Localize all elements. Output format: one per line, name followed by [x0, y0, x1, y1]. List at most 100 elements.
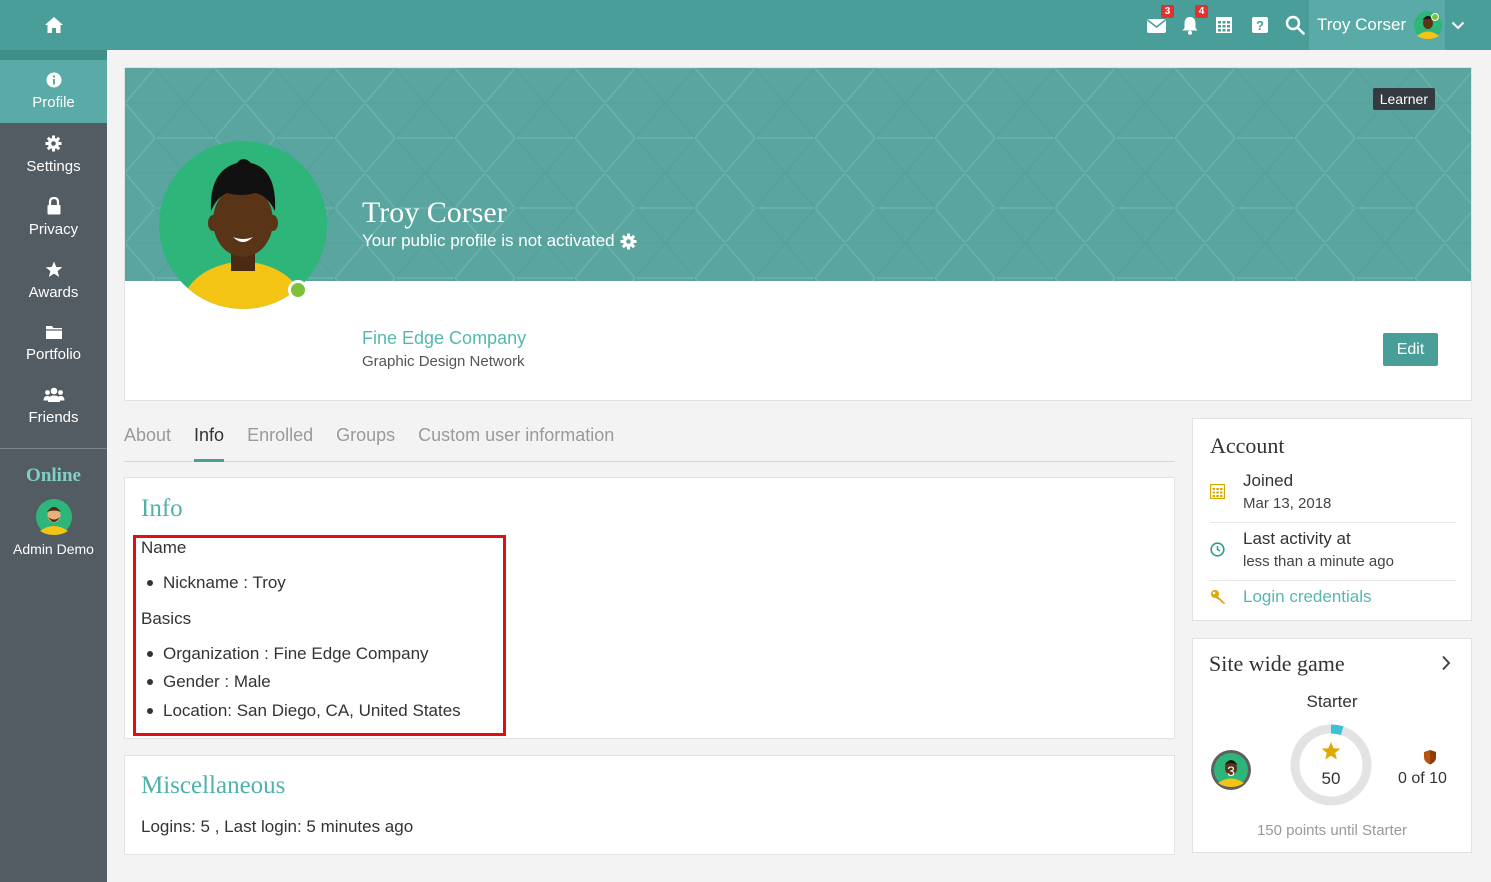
help-icon: ? [1252, 17, 1268, 33]
info-card: Info Name Nickname : Troy Basics Organiz… [124, 477, 1175, 739]
profile-header-card: Learner Troy Corser Your public profile … [124, 67, 1472, 401]
location-item: Location: San Diego, CA, United States [147, 701, 461, 721]
notifications-count-badge: 4 [1195, 5, 1208, 18]
bell-icon [1182, 16, 1198, 35]
site-wide-game-card: Site wide game Starter 3 50 0 of 10 150 … [1192, 638, 1472, 853]
joined-label: Joined [1243, 471, 1294, 490]
sidebar-item-label: Friends [28, 409, 79, 426]
company-link[interactable]: Fine Edge Company [362, 328, 526, 349]
sidebar-item-label: Profile [32, 94, 75, 111]
tab-about[interactable]: About [124, 418, 171, 462]
online-user-name: Admin Demo [13, 541, 94, 557]
tab-info[interactable]: Info [194, 418, 225, 462]
envelope-icon [1146, 18, 1166, 33]
last-activity-row: Last activity at less than a minute ago [1210, 529, 1456, 579]
account-divider [1210, 522, 1456, 523]
calendar-icon [1210, 484, 1225, 499]
branch-name: Graphic Design Network [362, 353, 525, 370]
sidebar: Profile Settings Privacy Awards Portfoli… [0, 50, 107, 882]
clock-icon [1210, 542, 1225, 557]
miscellaneous-card: Miscellaneous Logins: 5 , Last login: 5 … [124, 755, 1175, 855]
sidebar-item-profile[interactable]: Profile [0, 60, 107, 123]
organization-item: Organization : Fine Edge Company [147, 644, 429, 664]
public-profile-status: Your public profile is not activated [362, 231, 637, 251]
user-menu-dropdown[interactable] [1445, 0, 1471, 50]
sidebar-item-settings[interactable]: Settings [0, 123, 107, 186]
user-avatar-icon [1414, 11, 1443, 39]
tab-enrolled[interactable]: Enrolled [247, 418, 313, 462]
online-users-title: Online [26, 465, 81, 486]
shield-badge-icon [1424, 750, 1436, 765]
sidebar-item-label: Privacy [28, 221, 79, 238]
online-user-admin[interactable]: Admin Demo [0, 499, 107, 557]
account-card: Account Joined Mar 13, 2018 Last activit… [1192, 418, 1472, 621]
joined-row: Joined Mar 13, 2018 [1210, 471, 1456, 521]
sidebar-divider [0, 448, 107, 449]
home-button[interactable] [0, 0, 107, 50]
star-icon [1321, 742, 1341, 760]
profile-banner: Learner [125, 68, 1471, 281]
name-group-label: Name [141, 538, 187, 557]
user-menu[interactable]: Troy Corser [1309, 0, 1445, 50]
basics-group-label: Basics [141, 609, 192, 628]
points-progress-ring [1290, 724, 1372, 806]
edit-profile-button[interactable]: Edit [1383, 333, 1438, 366]
sidebar-item-portfolio[interactable]: Portfolio [0, 312, 107, 375]
users-icon [43, 387, 64, 402]
help-button[interactable]: ? [1248, 13, 1272, 37]
gear-icon[interactable] [620, 233, 637, 250]
sidebar-top-strip [0, 50, 107, 60]
account-title: Account [1210, 433, 1285, 458]
calendar-button[interactable] [1212, 13, 1236, 37]
chevron-right-icon[interactable] [1441, 655, 1451, 671]
online-user-avatar [35, 499, 72, 535]
notifications-button[interactable]: 4 [1178, 5, 1208, 37]
joined-date: Mar 13, 2018 [1243, 495, 1332, 512]
chevron-down-icon [1451, 21, 1465, 29]
messages-button[interactable]: 3 [1144, 5, 1174, 37]
badges-count: 0 of 10 [1398, 770, 1447, 787]
last-activity-label: Last activity at [1243, 529, 1351, 548]
svg-text:?: ? [1256, 18, 1264, 33]
home-icon [44, 17, 63, 33]
account-divider [1210, 580, 1456, 581]
banner-pattern [125, 68, 1471, 281]
gender-item: Gender : Male [147, 672, 271, 692]
public-profile-status-text: Your public profile is not activated [362, 231, 615, 250]
top-bar: 3 4 ? Troy Corser [0, 0, 1491, 50]
sidebar-item-awards[interactable]: Awards [0, 249, 107, 312]
nickname-item: Nickname : Troy [147, 573, 286, 593]
online-status-dot [288, 280, 308, 300]
star-icon [45, 261, 62, 277]
miscellaneous-title: Miscellaneous [141, 772, 286, 799]
search-button[interactable] [1283, 13, 1307, 37]
lock-icon [47, 197, 60, 215]
info-icon [46, 72, 61, 88]
search-icon [1285, 15, 1305, 35]
game-title[interactable]: Site wide game [1209, 651, 1345, 677]
profile-name: Troy Corser [362, 196, 507, 229]
calendar-icon [1216, 17, 1232, 33]
login-credentials-link[interactable]: Login credentials [1243, 587, 1372, 607]
game-points: 50 [1321, 769, 1341, 788]
tab-custom-user-information[interactable]: Custom user information [418, 418, 614, 462]
tab-groups[interactable]: Groups [336, 418, 395, 462]
sidebar-item-friends[interactable]: Friends [0, 375, 107, 438]
sidebar-item-privacy[interactable]: Privacy [0, 186, 107, 249]
role-tag: Learner [1372, 88, 1435, 110]
last-activity-value: less than a minute ago [1243, 553, 1394, 570]
level-number: 3 [1227, 763, 1235, 779]
sidebar-item-label: Awards [28, 283, 79, 301]
sidebar-item-label: Portfolio [25, 346, 82, 363]
points-until-level: 150 points until Starter [1256, 822, 1408, 839]
gear-icon [45, 135, 62, 151]
login-stats: Logins: 5 , Last login: 5 minutes ago [141, 817, 414, 836]
messages-count-badge: 3 [1161, 5, 1174, 18]
user-name: Troy Corser [1317, 15, 1407, 34]
profile-tabs: About Info Enrolled Groups Custom user i… [124, 418, 1175, 462]
key-icon [1211, 590, 1226, 604]
level-avatar-icon: 3 [1211, 750, 1251, 790]
sidebar-item-label: Settings [26, 157, 81, 175]
folder-icon [45, 326, 62, 339]
info-title: Info [141, 495, 183, 522]
